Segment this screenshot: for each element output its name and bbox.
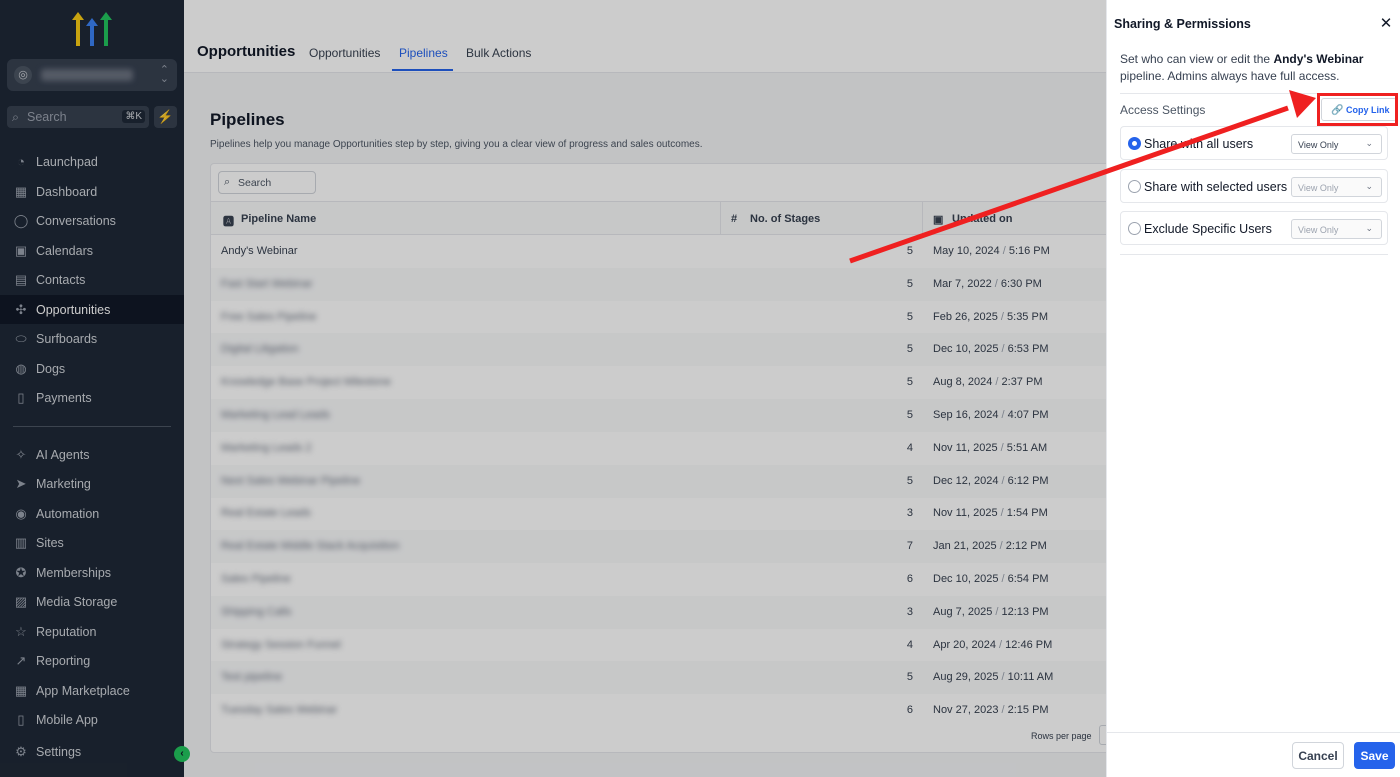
panel-title: Sharing & Permissions bbox=[1114, 17, 1251, 31]
permission-select[interactable]: View Only ⌄ bbox=[1291, 134, 1382, 154]
cancel-button[interactable]: Cancel bbox=[1292, 742, 1344, 769]
option-label: Exclude Specific Users bbox=[1144, 222, 1272, 236]
radio-button[interactable] bbox=[1128, 137, 1141, 150]
radio-button[interactable] bbox=[1128, 180, 1141, 193]
radio-button[interactable] bbox=[1128, 222, 1141, 235]
save-button[interactable]: Save bbox=[1354, 742, 1395, 769]
access-option-exclude-specific-users[interactable]: Exclude Specific Users View Only ⌄ bbox=[1120, 211, 1388, 245]
permission-value: View Only bbox=[1298, 183, 1339, 193]
chevron-down-icon: ⌄ bbox=[1365, 223, 1373, 233]
permission-value: View Only bbox=[1298, 225, 1339, 235]
access-option-share-with-selected-users[interactable]: Share with selected users View Only ⌄ bbox=[1120, 169, 1388, 203]
option-label: Share with selected users bbox=[1144, 180, 1288, 194]
divider bbox=[1120, 254, 1388, 255]
option-label: Share with all users bbox=[1144, 137, 1254, 151]
access-option-share-with-all-users[interactable]: Share with all users View Only ⌄ bbox=[1120, 126, 1388, 160]
desc-suffix: pipeline. Admins always have full access… bbox=[1120, 69, 1340, 83]
chevron-down-icon: ⌄ bbox=[1365, 138, 1373, 148]
chevron-down-icon: ⌄ bbox=[1365, 181, 1373, 191]
desc-prefix: Set who can view or edit the bbox=[1120, 52, 1271, 66]
close-icon[interactable]: ✕ bbox=[1378, 14, 1394, 32]
footer-divider bbox=[1107, 732, 1400, 733]
modal-overlay[interactable] bbox=[0, 0, 1106, 777]
access-settings-label: Access Settings bbox=[1120, 103, 1206, 117]
highlight-box bbox=[1317, 93, 1398, 126]
permission-select: View Only ⌄ bbox=[1291, 219, 1382, 239]
panel-description: Set who can view or edit the Andy's Webi… bbox=[1120, 51, 1390, 85]
permission-value: View Only bbox=[1298, 140, 1339, 150]
pipeline-name: Andy's Webinar bbox=[1273, 52, 1364, 66]
permission-select: View Only ⌄ bbox=[1291, 177, 1382, 197]
